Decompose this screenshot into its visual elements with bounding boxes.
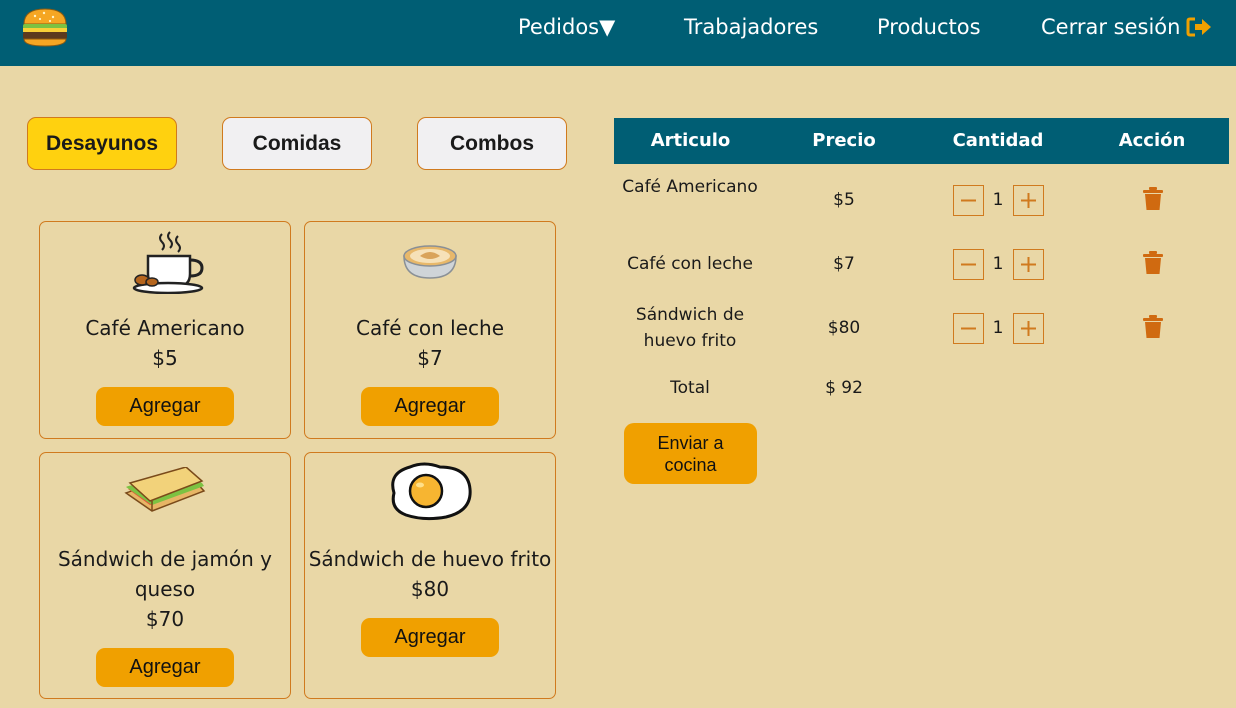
- decrease-qty-button[interactable]: [953, 185, 984, 216]
- order-table-header: Articulo Precio Cantidad Acción: [614, 118, 1229, 164]
- plus-icon: [1021, 321, 1036, 336]
- product-price: $7: [417, 346, 443, 370]
- add-button[interactable]: Agregar: [96, 387, 234, 426]
- burger-icon[interactable]: [20, 6, 70, 48]
- product-name: Café Americano: [85, 316, 245, 340]
- minus-icon: [961, 199, 976, 202]
- order-item-name: Café con leche: [627, 254, 753, 274]
- nav-productos[interactable]: Productos: [877, 14, 981, 40]
- quantity-value: 1: [992, 318, 1004, 338]
- fried-egg-icon: [391, 462, 472, 521]
- minus-icon: [961, 263, 976, 266]
- nav-trabajadores[interactable]: Trabajadores: [684, 14, 818, 40]
- increase-qty-button[interactable]: [1013, 249, 1044, 280]
- nav-pedidos[interactable]: Pedidos▼: [518, 14, 615, 40]
- quantity-value: 1: [992, 190, 1004, 210]
- decrease-qty-button[interactable]: [953, 249, 984, 280]
- tab-comidas[interactable]: Comidas: [222, 117, 372, 170]
- top-navbar: Pedidos▼ Trabajadores Productos Cerrar s…: [0, 0, 1236, 66]
- total-label: Total: [670, 378, 710, 398]
- product-price: $70: [145, 607, 185, 631]
- tab-desayunos[interactable]: Desayunos: [27, 117, 177, 170]
- logout-link[interactable]: Cerrar sesión: [1041, 14, 1212, 40]
- column-header-accion: Acción: [1118, 130, 1186, 151]
- increase-qty-button[interactable]: [1013, 185, 1044, 216]
- order-item-name: Café Americano: [622, 177, 758, 197]
- product-price: $5: [152, 346, 178, 370]
- minus-icon: [961, 327, 976, 330]
- increase-qty-button[interactable]: [1013, 313, 1044, 344]
- column-header-articulo: Articulo: [650, 130, 731, 151]
- order-item-price: $7: [833, 254, 855, 274]
- order-item-price: $5: [833, 190, 855, 210]
- plus-icon: [1021, 257, 1036, 272]
- product-price: $80: [410, 577, 450, 601]
- latte-icon: [403, 245, 457, 279]
- product-name: Sándwich de huevo frito: [308, 547, 552, 571]
- product-card-cafe-con-leche: Café con leche $7 Agregar: [304, 221, 556, 439]
- order-item-price: $80: [827, 318, 861, 338]
- send-to-kitchen-button[interactable]: Enviar a cocina: [624, 423, 757, 484]
- product-card-sandwich-huevo: Sándwich de huevo frito $80 Agregar: [304, 452, 556, 699]
- trash-icon[interactable]: [1143, 315, 1163, 339]
- trash-icon[interactable]: [1143, 251, 1163, 275]
- sign-out-icon: [1186, 17, 1212, 37]
- decrease-qty-button[interactable]: [953, 313, 984, 344]
- sandwich-icon: [124, 467, 206, 512]
- logout-label: Cerrar sesión: [1041, 15, 1181, 39]
- product-card-cafe-americano: Café Americano $5 Agregar: [39, 221, 291, 439]
- product-name: Café con leche: [355, 316, 505, 340]
- plus-icon: [1021, 193, 1036, 208]
- order-item-name: Sándwich de huevo frito: [635, 305, 745, 351]
- product-card-sandwich-jamon-queso: Sándwich de jamón y queso $70 Agregar: [39, 452, 291, 699]
- column-header-precio: Precio: [812, 130, 876, 151]
- total-value: $ 92: [825, 378, 863, 398]
- tab-combos[interactable]: Combos: [417, 117, 567, 170]
- product-name: Sándwich de jamón y queso: [57, 547, 273, 601]
- trash-icon[interactable]: [1143, 187, 1163, 211]
- add-button[interactable]: Agregar: [96, 648, 234, 687]
- quantity-value: 1: [992, 254, 1004, 274]
- add-button[interactable]: Agregar: [361, 387, 499, 426]
- coffee-cup-icon: [132, 231, 204, 294]
- column-header-cantidad: Cantidad: [952, 130, 1044, 151]
- add-button[interactable]: Agregar: [361, 618, 499, 657]
